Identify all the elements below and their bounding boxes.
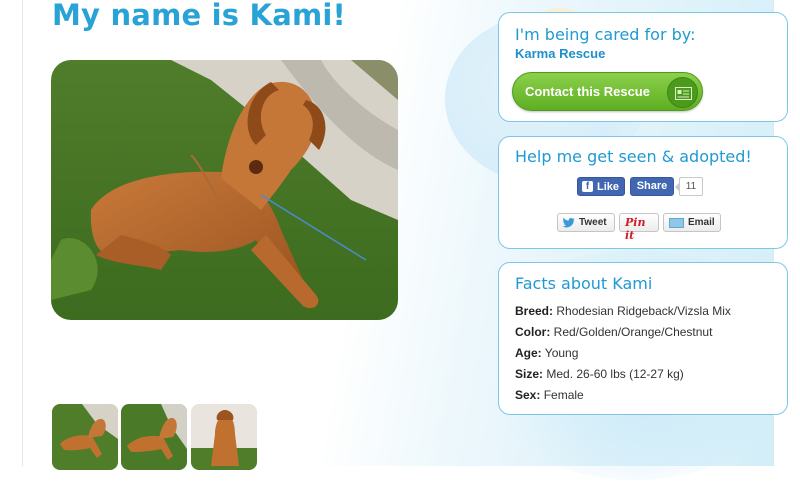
facebook-share-button[interactable]: Share [630, 177, 674, 196]
dog-photo-image [51, 60, 398, 320]
fact-key: Age: [515, 346, 542, 360]
card-icon [667, 77, 698, 108]
fact-value: Red/Golden/Orange/Chestnut [553, 325, 713, 339]
photo-thumbnail-3[interactable] [191, 404, 257, 470]
main-pet-photo[interactable] [51, 60, 398, 320]
facebook-like-label: Like [597, 181, 620, 193]
pet-facts-card: Facts about Kami Breed: Rhodesian Ridgeb… [498, 262, 788, 415]
share-card: Help me get seen & adopted! f Like Share… [498, 136, 788, 249]
email-icon [669, 218, 684, 228]
contact-button-label: Contact this Rescue [525, 84, 650, 99]
tweet-label: Tweet [579, 217, 607, 228]
fact-value: Med. 26-60 lbs (12-27 kg) [546, 367, 684, 381]
fact-row-size: Size: Med. 26-60 lbs (12-27 kg) [515, 367, 684, 381]
pinterest-button[interactable]: Pin it [619, 213, 659, 242]
fact-value: Female [543, 388, 584, 402]
fact-key: Size: [515, 367, 544, 381]
fact-key: Color: [515, 325, 551, 339]
dog-thumbnail-image [121, 404, 187, 470]
fact-key: Breed: [515, 304, 554, 318]
dog-thumbnail-image [191, 404, 257, 470]
fact-value: Rhodesian Ridgeback/Vizsla Mix [556, 304, 731, 318]
fact-row-age: Age: Young [515, 346, 578, 360]
dog-thumbnail-image [52, 404, 118, 470]
photo-thumbnail-2[interactable] [121, 404, 187, 470]
email-label: Email [688, 217, 715, 228]
photo-thumbnail-1[interactable] [52, 404, 118, 470]
fact-row-breed: Breed: Rhodesian Ridgeback/Vizsla Mix [515, 304, 731, 318]
fact-key: Sex: [515, 388, 541, 402]
fact-row-sex: Sex: Female [515, 388, 584, 402]
twitter-bird-icon [562, 217, 575, 228]
facebook-share-count: 11 [675, 177, 703, 196]
contact-rescue-button[interactable]: Contact this Rescue [512, 72, 703, 111]
facebook-icon: f [582, 181, 593, 192]
rescue-name-link[interactable]: Karma Rescue [515, 46, 605, 61]
tweet-button[interactable]: Tweet [557, 213, 615, 232]
facebook-like-button[interactable]: f Like [577, 177, 625, 196]
page-title: My name is Kami! [52, 0, 346, 32]
rescue-info-card: I'm being cared for by: Karma Rescue Con… [498, 12, 788, 122]
pinterest-label: Pin it [625, 216, 646, 242]
email-share-button[interactable]: Email [663, 213, 721, 232]
fact-value: Young [544, 346, 579, 360]
facts-card-heading: Facts about Kami [515, 274, 653, 293]
share-card-heading: Help me get seen & adopted! [515, 147, 752, 166]
fact-row-color: Color: Red/Golden/Orange/Chestnut [515, 325, 712, 339]
rescue-card-heading: I'm being cared for by: [515, 25, 696, 44]
page-frame: My name is Kami! I'm being cared for by:… [0, 0, 800, 482]
